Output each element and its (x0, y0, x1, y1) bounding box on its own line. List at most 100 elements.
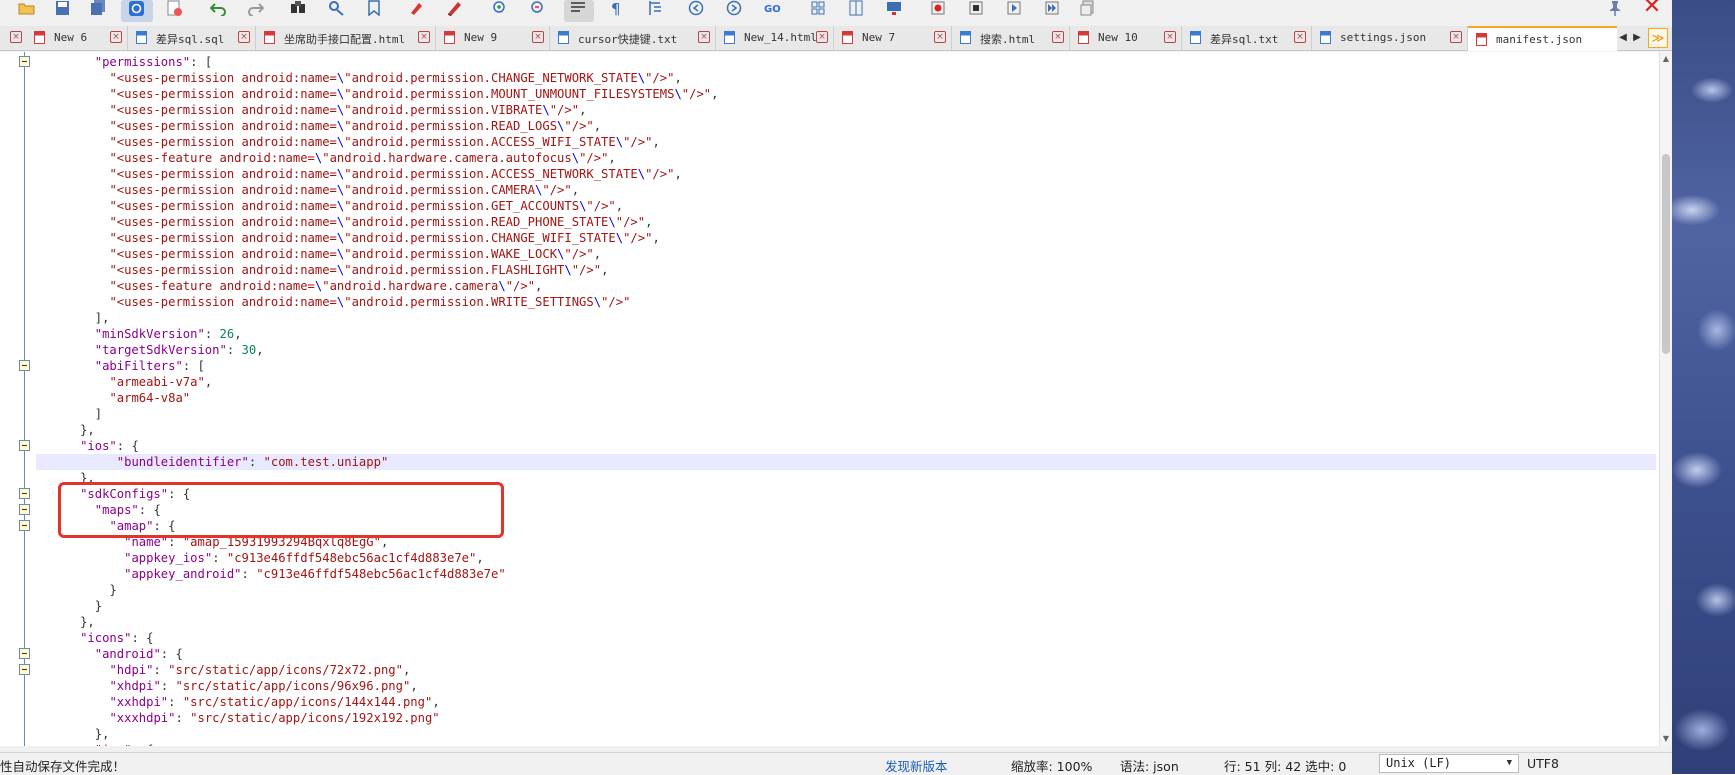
tab-2[interactable]: 坐席助手接口配置.html × (256, 26, 436, 50)
code-line[interactable]: "<uses-permission android:name=\"android… (36, 294, 1656, 310)
code-line[interactable]: } (36, 598, 1656, 614)
fold-toggle-icon[interactable] (19, 440, 30, 451)
tab-5[interactable]: New_14.html × (716, 26, 834, 50)
code-line[interactable]: "targetSdkVersion": 30, (36, 342, 1656, 358)
code-line[interactable]: ], (36, 310, 1656, 326)
next-icon[interactable] (726, 0, 744, 16)
code-line[interactable]: "abiFilters": [ (36, 358, 1656, 374)
code-line[interactable]: "xxhdpi": "src/static/app/icons/144x144.… (36, 694, 1656, 710)
tab-10[interactable]: settings.json × (1312, 26, 1468, 50)
encoding[interactable]: UTF8 (1527, 756, 1559, 771)
code-line[interactable]: "armeabi-v7a", (36, 374, 1656, 390)
fold-toggle-icon[interactable] (19, 504, 30, 515)
tab-scroll-right-icon[interactable]: ▶ (1631, 26, 1643, 50)
fold-toggle-icon[interactable] (19, 360, 30, 371)
tab-3[interactable]: New 9 × (436, 26, 550, 50)
scroll-down-icon[interactable]: ▼ (1661, 734, 1671, 744)
code-line[interactable]: "<uses-permission android:name=\"android… (36, 102, 1656, 118)
record-macro-icon[interactable] (930, 0, 948, 16)
code-line[interactable]: "arm64-v8a" (36, 390, 1656, 406)
tab-8[interactable]: New 10 × (1070, 26, 1182, 50)
word-wrap-icon[interactable] (570, 0, 588, 16)
new-version-link[interactable]: 发现新版本 (885, 756, 948, 775)
scrollbar-thumb[interactable] (1662, 154, 1670, 354)
code-line[interactable]: "xhdpi": "src/static/app/icons/96x96.png… (36, 678, 1656, 694)
tab-close-icon[interactable]: × (10, 31, 22, 43)
tab-close-icon[interactable]: × (110, 31, 122, 43)
document-map-icon[interactable] (848, 0, 866, 16)
code-line[interactable]: "minSdkVersion": 26, (36, 326, 1656, 342)
save-icon[interactable] (54, 0, 72, 16)
tab-close-icon[interactable]: × (934, 31, 946, 43)
code-line[interactable]: "<uses-feature android:name=\"android.ha… (36, 278, 1656, 294)
tab-close-icon[interactable]: × (698, 31, 710, 43)
tab-close-icon[interactable]: × (532, 31, 544, 43)
tab-6[interactable]: New 7 × (834, 26, 952, 50)
tab-close-icon[interactable]: × (1164, 31, 1176, 43)
tab-scroll-left-icon[interactable]: ◀ (1617, 26, 1629, 50)
tab-close-icon[interactable]: × (1450, 31, 1462, 43)
close-window-icon[interactable]: ✕ (1642, 0, 1662, 18)
tab-9[interactable]: 差异sql.txt × (1182, 26, 1312, 50)
code-line[interactable]: "appkey_ios": "c913e46ffdf548ebc56ac1cf4… (36, 550, 1656, 566)
code-line[interactable]: }, (36, 726, 1656, 742)
fold-toggle-icon[interactable] (19, 488, 30, 499)
save-all-icon[interactable] (90, 0, 108, 16)
code-line[interactable]: ] (36, 406, 1656, 422)
tab-1[interactable]: 差异sql.sql × (128, 26, 256, 50)
fold-toggle-icon[interactable] (19, 520, 30, 531)
auto-save-icon[interactable] (128, 0, 146, 16)
code-line[interactable]: "xxxhdpi": "src/static/app/icons/192x192… (36, 710, 1656, 726)
code-line[interactable]: "permissions": [ (36, 54, 1656, 70)
code-line[interactable]: "hdpi": "src/static/app/icons/72x72.png"… (36, 662, 1656, 678)
scroll-up-icon[interactable]: ▲ (1661, 54, 1671, 64)
code-line[interactable]: "<uses-permission android:name=\"android… (36, 246, 1656, 262)
code-line[interactable]: }, (36, 422, 1656, 438)
syntax-mode[interactable]: 语法: json (1120, 756, 1179, 775)
code-line[interactable]: "ios": { (36, 438, 1656, 454)
save-macro-icon[interactable] (1080, 0, 1098, 16)
code-line[interactable]: } (36, 582, 1656, 598)
pin-icon[interactable] (1607, 0, 1623, 16)
fold-toggle-icon[interactable] (19, 664, 30, 675)
fold-toggle-icon[interactable] (19, 648, 30, 659)
code-line[interactable]: }, (36, 614, 1656, 630)
current-code-line[interactable]: "bundleidentifier": "com.test.uniapp" (36, 454, 1656, 470)
code-line[interactable]: "<uses-permission android:name=\"android… (36, 70, 1656, 86)
code-line[interactable]: "<uses-permission android:name=\"android… (36, 230, 1656, 246)
code-line[interactable]: "<uses-permission android:name=\"android… (36, 166, 1656, 182)
code-line[interactable]: "<uses-permission android:name=\"android… (36, 198, 1656, 214)
stop-macro-icon[interactable] (968, 0, 986, 16)
play-macro-icon[interactable] (1006, 0, 1024, 16)
replace-icon[interactable] (328, 0, 346, 16)
tab-close-icon[interactable]: × (238, 31, 250, 43)
prev-icon[interactable] (688, 0, 706, 16)
code-line[interactable]: "<uses-feature android:name=\"android.ha… (36, 150, 1656, 166)
tab-close-icon[interactable]: × (816, 31, 828, 43)
code-line[interactable]: "<uses-permission android:name=\"android… (36, 86, 1656, 102)
indent-guide-icon[interactable] (646, 0, 664, 16)
code-line[interactable]: "<uses-permission android:name=\"android… (36, 118, 1656, 134)
split-view-icon[interactable] (810, 0, 828, 16)
code-line[interactable]: "<uses-permission android:name=\"android… (36, 214, 1656, 230)
zoom-in-icon[interactable] (492, 0, 510, 16)
tab-close-icon[interactable]: × (1294, 31, 1306, 43)
code-line[interactable]: "<uses-permission android:name=\"android… (36, 182, 1656, 198)
tab-close-icon[interactable]: × (1052, 31, 1064, 43)
pencil-icon[interactable] (446, 0, 464, 16)
find-icon[interactable] (290, 0, 308, 16)
tab-0[interactable]: New 6 × (26, 26, 128, 50)
open-folder-icon[interactable] (18, 0, 36, 16)
code-line[interactable]: "icons": { (36, 630, 1656, 646)
code-line[interactable]: "appkey_android": "c913e46ffdf548ebc56ac… (36, 566, 1656, 582)
code-line[interactable]: "<uses-permission android:name=\"android… (36, 262, 1656, 278)
show-symbols-icon[interactable]: ¶ (608, 0, 626, 16)
code-line[interactable]: "ios": { (36, 742, 1656, 746)
code-line[interactable]: "android": { (36, 646, 1656, 662)
tab-11[interactable]: manifest.json (1468, 26, 1618, 51)
monitor-icon[interactable] (886, 0, 904, 16)
code-line[interactable]: "<uses-permission android:name=\"android… (36, 134, 1656, 150)
tab-7[interactable]: 搜索.html × (952, 26, 1070, 50)
goto-icon[interactable]: GO (764, 0, 782, 16)
undo-icon[interactable] (210, 0, 228, 16)
